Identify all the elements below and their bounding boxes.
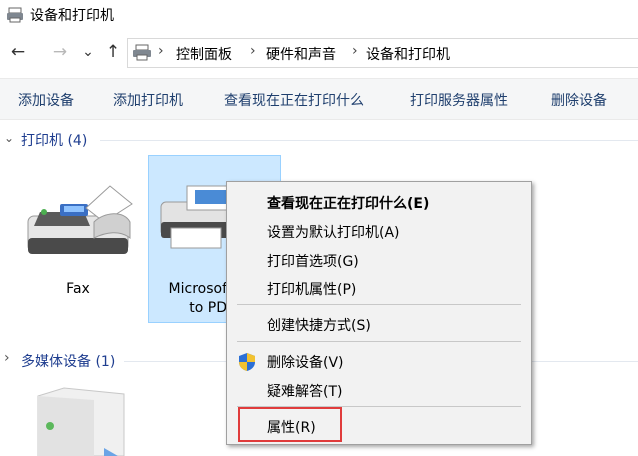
add-device-button[interactable]: 添加设备 (18, 90, 74, 110)
command-bar: 添加设备 添加打印机 查看现在正在打印什么 打印服务器属性 删除设备 (0, 78, 638, 120)
group-header-printers[interactable]: ⌄ 打印机 (4) (0, 128, 638, 152)
highlight-box (238, 407, 342, 442)
recent-locations-chevron-icon[interactable]: ⌄ (76, 34, 100, 70)
menu-item-remove-device[interactable]: 删除设备(V) (227, 349, 531, 373)
device-fax[interactable]: Fax (20, 158, 136, 320)
printer-folder-icon (7, 7, 23, 23)
menu-item-label: 查看现在正在打印什么(E) (267, 196, 430, 212)
device-label: Fax (66, 281, 90, 297)
device-label-line2: to PD (189, 300, 227, 316)
menu-separator (237, 304, 521, 305)
context-menu: 查看现在正在打印什么(E) 设置为默认打印机(A) 打印首选项(G) 打印机属性… (226, 181, 532, 445)
title-bar: 设备和打印机 (0, 0, 638, 30)
uac-shield-icon (239, 353, 255, 371)
breadcrumb-control-panel[interactable]: 控制面板 (176, 44, 232, 64)
menu-item-label: 打印首选项(G) (267, 254, 359, 270)
menu-item-printer-properties[interactable]: 打印机属性(P) (227, 276, 531, 300)
navigation-bar: ← → ⌄ ↑ › 控制面板 › 硬件和声音 › 设备和打印机 (0, 34, 638, 70)
group-title-multimedia: 多媒体设备 (1) (21, 354, 116, 370)
menu-item-set-default-printer[interactable]: 设置为默认打印机(A) (227, 219, 531, 243)
address-bar[interactable]: › 控制面板 › 硬件和声音 › 设备和打印机 (127, 38, 638, 68)
group-divider (100, 140, 638, 141)
chevron-down-icon: ⌄ (4, 131, 15, 145)
media-server-icon (37, 387, 125, 456)
device-media-server[interactable] (30, 380, 130, 456)
device-label-line1: Microsof (168, 281, 227, 297)
menu-item-printing-preferences[interactable]: 打印首选项(G) (227, 248, 531, 272)
menu-item-label: 删除设备(V) (267, 355, 344, 371)
menu-item-label: 打印机属性(P) (267, 282, 357, 298)
back-arrow-icon[interactable]: ← (6, 34, 30, 70)
forward-arrow-icon[interactable]: → (48, 34, 72, 70)
breadcrumb-separator: › (250, 43, 256, 59)
print-server-properties-button[interactable]: 打印服务器属性 (410, 90, 508, 110)
group-title-printers: 打印机 (4) (21, 133, 88, 149)
add-printer-button[interactable]: 添加打印机 (113, 90, 183, 110)
see-whats-printing-button[interactable]: 查看现在正在打印什么 (224, 90, 364, 110)
menu-item-see-whats-printing[interactable]: 查看现在正在打印什么(E) (227, 190, 531, 214)
control-panel-icon (133, 44, 151, 61)
printer-icon (160, 185, 235, 249)
window-title: 设备和打印机 (30, 8, 114, 24)
remove-device-button[interactable]: 删除设备 (551, 90, 607, 110)
fax-icon (27, 185, 133, 254)
menu-item-create-shortcut[interactable]: 创建快捷方式(S) (227, 312, 531, 336)
menu-item-label: 设置为默认打印机(A) (267, 225, 400, 241)
breadcrumb-devices-printers[interactable]: 设备和打印机 (366, 44, 450, 64)
breadcrumb-hardware-sound[interactable]: 硬件和声音 (266, 44, 336, 64)
chevron-right-icon: › (4, 350, 10, 366)
breadcrumb-separator: › (158, 43, 164, 59)
up-arrow-icon[interactable]: ↑ (101, 34, 125, 70)
breadcrumb-separator: › (352, 43, 358, 59)
menu-item-label: 疑难解答(T) (267, 384, 343, 400)
menu-item-troubleshoot[interactable]: 疑难解答(T) (227, 378, 531, 402)
menu-item-label: 创建快捷方式(S) (267, 318, 371, 334)
menu-separator (237, 341, 521, 342)
